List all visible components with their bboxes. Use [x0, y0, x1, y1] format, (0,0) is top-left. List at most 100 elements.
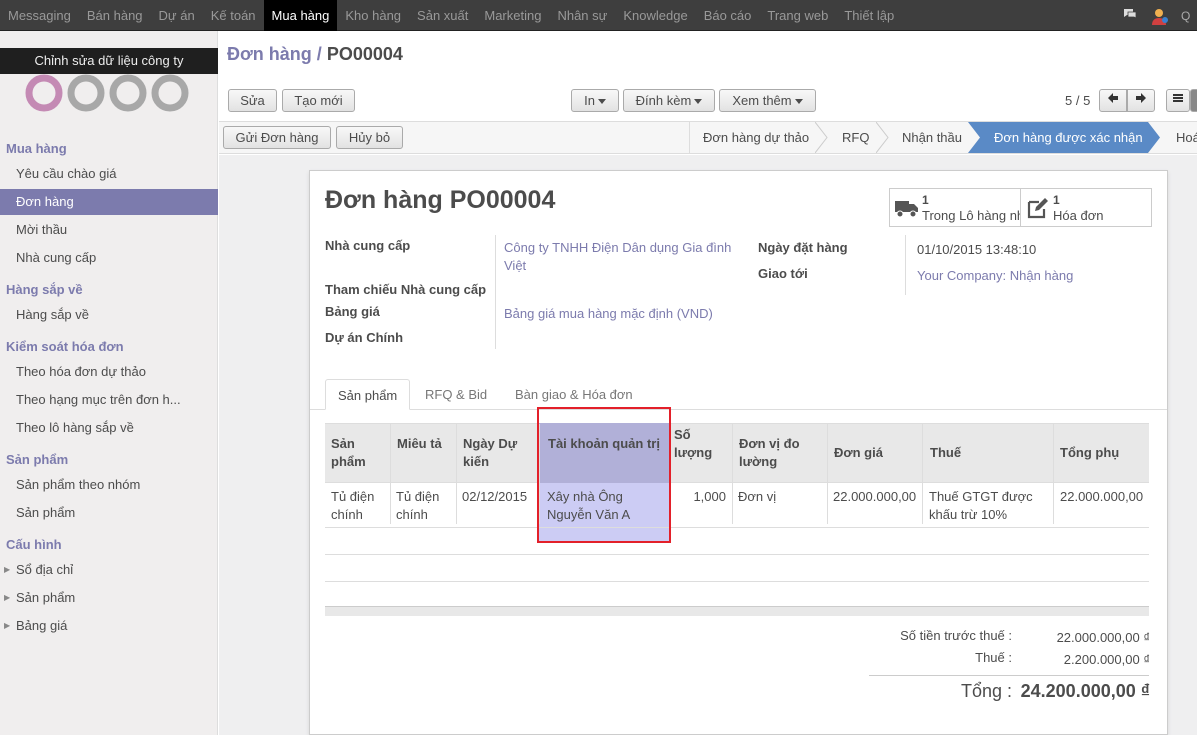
order-date-field[interactable]: 01/10/2015 13:48:10 — [917, 241, 1036, 259]
menu-settings[interactable]: Thiết lập — [836, 0, 902, 31]
attachment-dropdown[interactable]: Đính kèm — [623, 89, 715, 112]
deliver-to-field[interactable]: Your Company: Nhận hàng — [917, 267, 1073, 285]
tab-delivery-invoices[interactable]: Bàn giao & Hóa đơn — [503, 379, 645, 410]
tax-amount-value: 2.200.000,00 ₫ — [1063, 652, 1150, 667]
stage-bid-received[interactable]: Nhận thầu — [888, 122, 968, 153]
supplier-field[interactable]: Công ty TNHH Điện Dân dụng Gia đình Việt — [504, 239, 749, 275]
sidebar-heading-invoice-control: Kiểm soát hóa đơn — [6, 339, 124, 354]
header-line: Sản — [331, 436, 355, 451]
cell-taxes: Thuế GTGT được khấu trừ 10% — [929, 488, 1033, 524]
pencil-square-icon — [1027, 198, 1048, 219]
breadcrumb-parent[interactable]: Đơn hàng — [227, 44, 312, 64]
sidebar-item-purchase-orders[interactable]: Đơn hàng — [0, 189, 218, 215]
column-header-subtotal[interactable]: Tổng phụ — [1060, 444, 1119, 462]
edit-button[interactable]: Sửa — [228, 89, 277, 112]
sidebar-item-products-by-category[interactable]: Sản phẩm theo nhóm — [0, 472, 218, 498]
menu-manufacturing[interactable]: Sản xuất — [409, 0, 476, 31]
header-line: lường — [739, 454, 778, 469]
sidebar-item-incoming-products[interactable]: Hàng sắp về — [0, 302, 218, 328]
supplier-value-line2: Việt — [504, 258, 527, 273]
column-separator — [390, 424, 391, 524]
order-lines-header — [325, 423, 1149, 483]
sidebar-heading-products: Sản phẩm — [6, 452, 69, 467]
sidebar-item-address-book[interactable]: ▶ Sổ địa chỉ — [0, 557, 218, 583]
arrow-left-icon — [1108, 93, 1118, 103]
sidebar-item-pricelists[interactable]: ▶ Bảng giá — [0, 613, 218, 639]
sidebar-item-tenders[interactable]: Mời thầu — [0, 217, 218, 243]
sidebar-item-rfq[interactable]: Yêu cầu chào giá — [0, 161, 218, 187]
menu-projects[interactable]: Dự án — [151, 0, 203, 31]
pricelist-label: Bảng giá — [325, 304, 380, 319]
pager-counter[interactable]: 5 / 5 — [1065, 93, 1090, 108]
form-view-button[interactable] — [1190, 89, 1197, 112]
pricelist-field[interactable]: Bảng giá mua hàng mặc định (VND) — [504, 305, 713, 323]
next-record-button[interactable] — [1127, 89, 1155, 112]
caret-right-icon: ▶ — [4, 593, 11, 602]
column-separator — [732, 424, 733, 524]
sidebar-item-incoming-shipments[interactable]: Theo lô hàng sắp về — [0, 415, 218, 441]
create-button[interactable]: Tạo mới — [282, 89, 355, 112]
menu-messaging[interactable]: Messaging — [0, 0, 79, 31]
menu-marketing[interactable]: Marketing — [476, 0, 549, 31]
sidebar-item-products[interactable]: Sản phẩm — [0, 500, 218, 526]
cell-line: khấu trừ 10% — [929, 507, 1008, 522]
smart-button-label: Trong Lô hàng nh — [922, 208, 1020, 223]
highlight-box — [537, 407, 671, 543]
menu-hr[interactable]: Nhân sự — [549, 0, 615, 31]
column-header-unit-price[interactable]: Đơn giá — [834, 444, 883, 462]
user-avatar-icon[interactable] — [1151, 7, 1169, 25]
menu-warehouse[interactable]: Kho hàng — [337, 0, 409, 31]
send-order-button[interactable]: Gửi Đơn hàng — [223, 126, 331, 149]
menu-sales[interactable]: Bán hàng — [79, 0, 151, 31]
column-header-taxes[interactable]: Thuế — [930, 444, 961, 462]
column-separator — [922, 424, 923, 524]
menu-accounting[interactable]: Kế toán — [203, 0, 264, 31]
stage-confirmed-order[interactable]: Đơn hàng được xác nhận — [968, 122, 1148, 153]
sidebar-item-suppliers[interactable]: Nhà cung cấp — [0, 245, 218, 271]
sidebar-item-label: Sổ địa chỉ — [16, 562, 74, 577]
cell-uom: Đơn vị — [738, 489, 777, 504]
print-dropdown[interactable]: In — [571, 89, 619, 112]
attachment-label: Đính kèm — [635, 93, 692, 108]
sidebar-heading-incoming: Hàng sắp về — [6, 282, 83, 297]
column-header-quantity[interactable]: Số lượng — [674, 426, 712, 462]
smart-button-count: 1 — [922, 193, 929, 207]
field-divider — [495, 235, 496, 349]
column-header-product[interactable]: Sản phẩm — [331, 435, 366, 471]
tab-products[interactable]: Sản phẩm — [325, 379, 411, 410]
menu-reports[interactable]: Báo cáo — [696, 0, 760, 31]
chat-icon[interactable] — [1121, 7, 1139, 25]
cell-subtotal: 22.000.000,00 — [1060, 489, 1144, 504]
top-menu: Messaging Bán hàng Dự án Kế toán Mua hàn… — [0, 0, 902, 31]
stage-rfq[interactable]: RFQ — [828, 122, 882, 153]
list-view-button[interactable] — [1166, 89, 1190, 112]
sidebar-item-config-products[interactable]: ▶ Sản phẩm — [0, 585, 218, 611]
supplier-value-line1: Công ty TNHH Điện Dân dụng Gia đình — [504, 240, 732, 255]
breadcrumb-current: PO00004 — [326, 44, 403, 64]
cell-quantity: 1,000 — [693, 489, 726, 504]
smart-button-label: Hóa đơn — [1053, 208, 1104, 223]
stage-draft-po[interactable]: Đơn hàng dự thảo — [689, 122, 821, 153]
stage-invoiced[interactable]: Hoá — [1162, 122, 1197, 153]
total-divider — [869, 675, 1149, 676]
menu-purchase[interactable]: Mua hàng — [263, 0, 338, 31]
sidebar-item-order-lines[interactable]: Theo hạng mục trên đơn h... — [0, 387, 218, 413]
previous-record-button[interactable] — [1099, 89, 1127, 112]
edit-company-link[interactable]: Chỉnh sửa dữ liệu công ty — [0, 48, 218, 74]
incoming-shipments-smart-button[interactable]: 1 Trong Lô hàng nh — [889, 188, 1021, 227]
untaxed-amount-value: 22.000.000,00 ₫ — [1056, 630, 1150, 645]
menu-knowledge[interactable]: Knowledge — [615, 0, 695, 31]
cell-line: Thuế GTGT được — [929, 489, 1033, 504]
tab-rfq-bid[interactable]: RFQ & Bid — [413, 379, 499, 410]
cancel-order-button[interactable]: Hủy bỏ — [336, 126, 403, 149]
column-header-description[interactable]: Miêu tả — [397, 435, 442, 453]
menu-website[interactable]: Trang web — [759, 0, 836, 31]
column-header-expected-date[interactable]: Ngày Dự kiến — [463, 435, 517, 471]
deliver-to-label: Giao tới — [758, 266, 808, 281]
sidebar-item-draft-invoices[interactable]: Theo hóa đơn dự thảo — [0, 359, 218, 385]
column-header-uom[interactable]: Đơn vị đo lường — [739, 435, 800, 471]
invoices-smart-button[interactable]: 1 Hóa đơn — [1020, 188, 1152, 227]
user-name[interactable]: Q — [1181, 9, 1195, 23]
more-label: Xem thêm — [732, 93, 792, 108]
more-dropdown[interactable]: Xem thêm — [719, 89, 816, 112]
